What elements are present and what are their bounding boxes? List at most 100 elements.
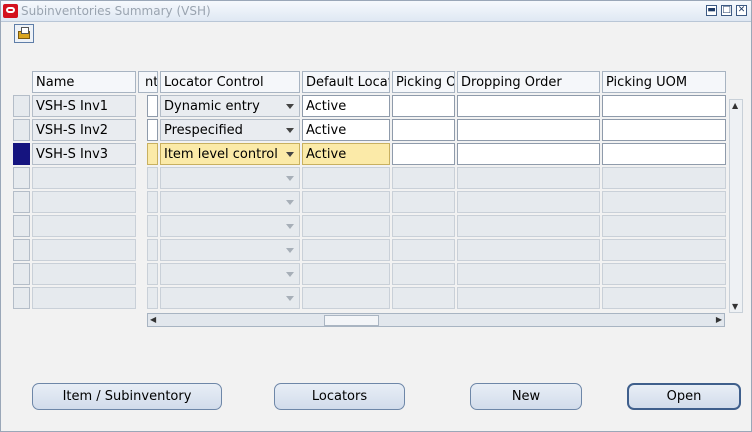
vertical-scrollbar[interactable]: ▲ ▼ [729,99,743,313]
default-locator-cell[interactable]: Active [302,119,390,141]
close-button[interactable]: ✕ [736,5,747,16]
default-locator-cell[interactable]: Active [302,143,390,165]
scroll-left-icon[interactable]: ◀ [150,315,156,324]
empty-cell[interactable] [392,263,455,285]
empty-cell[interactable] [602,287,726,309]
empty-cell[interactable] [302,191,390,213]
record-indicator[interactable] [13,287,30,309]
picking-uom-input[interactable] [602,95,726,117]
locator-control-select[interactable]: Prespecified [160,119,300,141]
record-indicator[interactable] [13,95,30,117]
chevron-down-icon [286,176,294,181]
chevron-down-icon [286,104,294,109]
column-header-name: Name [32,71,136,93]
empty-cell[interactable] [602,191,726,213]
scroll-right-icon[interactable]: ▶ [716,315,722,324]
scroll-up-icon[interactable]: ▲ [732,101,738,110]
empty-cell[interactable] [32,215,136,237]
record-indicator[interactable] [13,167,30,189]
empty-cell[interactable] [392,239,455,261]
locator-control-select[interactable]: Item level control [160,143,300,165]
locator-control-select[interactable]: Dynamic entry [160,95,300,117]
empty-cell[interactable] [392,287,455,309]
record-indicator[interactable] [13,239,30,261]
empty-select[interactable] [160,191,300,213]
empty-select[interactable] [160,239,300,261]
chevron-down-icon [286,224,294,229]
empty-cell[interactable] [602,215,726,237]
hidden-column-cell[interactable] [147,119,158,141]
empty-cell[interactable] [392,191,455,213]
empty-cell[interactable] [302,167,390,189]
dropping-order-input[interactable] [457,95,600,117]
document-icon [21,27,29,34]
locator-control-value: Dynamic entry [164,99,260,114]
hidden-column-cell[interactable] [147,143,158,165]
empty-cell[interactable] [147,215,158,237]
empty-cell[interactable] [457,167,600,189]
empty-select[interactable] [160,263,300,285]
empty-cell[interactable] [392,215,455,237]
default-locator-cell[interactable]: Active [302,95,390,117]
scrollbar-thumb[interactable] [324,315,379,326]
picking-order-input[interactable] [392,95,455,117]
empty-cell[interactable] [302,287,390,309]
open-button[interactable]: Open [627,383,741,410]
empty-select[interactable] [160,287,300,309]
empty-cell[interactable] [302,263,390,285]
empty-cell[interactable] [302,215,390,237]
column-header-dropping-order: Dropping Order [457,71,600,93]
picking-uom-input[interactable] [602,143,726,165]
open-folder-button[interactable] [14,24,34,43]
empty-cell[interactable] [602,263,726,285]
maximize-button[interactable]: □ [721,5,732,16]
item-subinventory-button[interactable]: Item / Subinventory [32,383,222,410]
locator-control-value: Prespecified [164,123,243,138]
dropping-order-input[interactable] [457,143,600,165]
empty-cell[interactable] [457,191,600,213]
empty-select[interactable] [160,167,300,189]
locators-button[interactable]: Locators [274,383,405,410]
empty-cell[interactable] [147,167,158,189]
empty-select[interactable] [160,215,300,237]
record-indicator[interactable] [13,119,30,141]
name-cell[interactable]: VSH-S Inv3 [32,143,136,165]
empty-cell[interactable] [32,263,136,285]
empty-cell[interactable] [457,263,600,285]
empty-cell[interactable] [147,263,158,285]
empty-cell[interactable] [147,239,158,261]
name-cell[interactable]: VSH-S Inv1 [32,95,136,117]
new-button[interactable]: New [470,383,582,410]
name-cell[interactable]: VSH-S Inv2 [32,119,136,141]
chevron-down-icon [286,272,294,277]
scroll-down-icon[interactable]: ▼ [732,302,738,311]
picking-order-input[interactable] [392,143,455,165]
empty-cell[interactable] [32,239,136,261]
empty-cell[interactable] [602,167,726,189]
empty-cell[interactable] [602,239,726,261]
empty-cell[interactable] [32,287,136,309]
record-indicator[interactable] [13,191,30,213]
column-header-locator-control: Locator Control [160,71,300,93]
empty-cell[interactable] [457,287,600,309]
record-indicator[interactable] [13,215,30,237]
empty-cell[interactable] [302,239,390,261]
empty-cell[interactable] [457,215,600,237]
current-record-indicator[interactable] [13,143,30,165]
empty-cell[interactable] [147,191,158,213]
empty-cell[interactable] [457,239,600,261]
locator-control-value: Item level control [164,147,278,162]
chevron-down-icon [286,152,294,157]
picking-order-input[interactable] [392,119,455,141]
window-title: Subinventories Summary (VSH) [21,4,211,18]
empty-cell[interactable] [147,287,158,309]
record-indicator[interactable] [13,263,30,285]
empty-cell[interactable] [32,167,136,189]
picking-uom-input[interactable] [602,119,726,141]
dropping-order-input[interactable] [457,119,600,141]
hidden-column-cell[interactable] [147,95,158,117]
horizontal-scrollbar[interactable]: ◀ ▶ [147,313,725,327]
empty-cell[interactable] [392,167,455,189]
empty-cell[interactable] [32,191,136,213]
minimize-button[interactable]: ▬ [706,5,717,16]
